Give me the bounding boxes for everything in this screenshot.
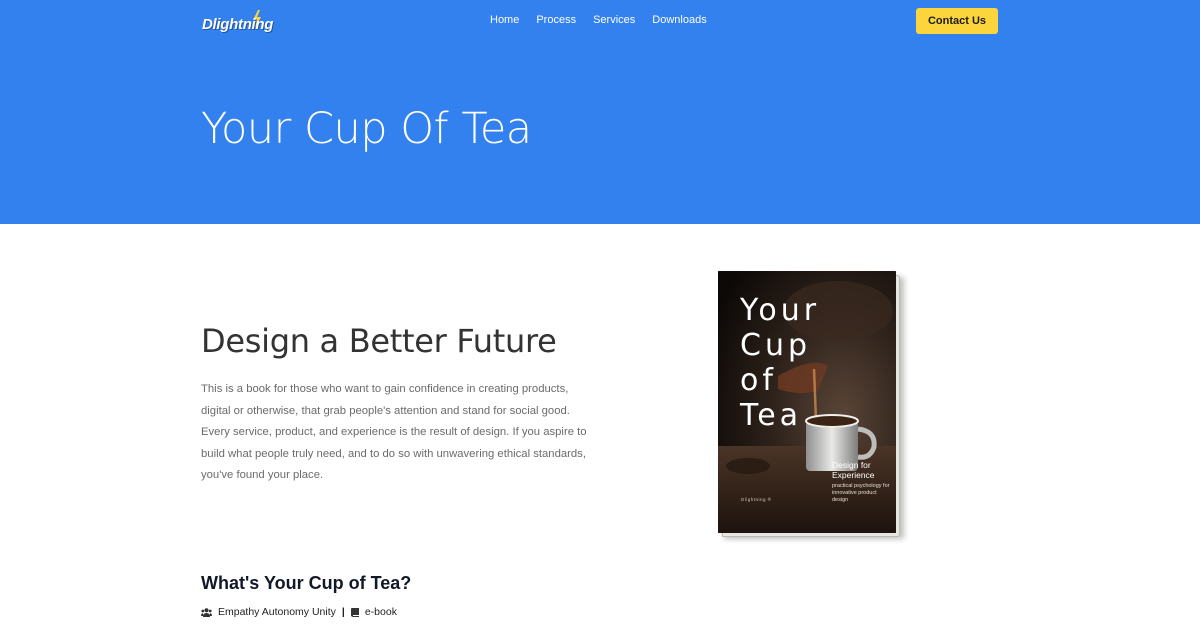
details-heading: What's Your Cup of Tea?: [201, 573, 412, 593]
contact-us-button[interactable]: Contact Us: [916, 8, 998, 34]
book-cover-author: Dlightning ®: [741, 497, 772, 502]
page-title: Your Cup Of Tea: [201, 104, 532, 154]
book-icon: [350, 607, 359, 617]
nav-process[interactable]: Process: [536, 14, 576, 26]
nav-services[interactable]: Services: [593, 14, 635, 26]
meta-group-label: Empathy Autonomy Unity: [218, 606, 336, 618]
intro-heading: Design a Better Future: [201, 322, 557, 360]
main-nav: Home Process Services Downloads: [490, 14, 707, 26]
hero-banner: Dlightning Home Process Services Downloa…: [0, 0, 1200, 224]
nav-downloads[interactable]: Downloads: [652, 14, 706, 26]
meta-format-label: e-book: [364, 606, 397, 618]
brand-name: Dlightning: [202, 16, 274, 33]
book-cover-tagline: practical psychology for innovative prod…: [832, 483, 890, 503]
book-cover-title: Your Cup of Tea: [740, 293, 821, 433]
book-cover: Your Cup of Tea Design for Experience pr…: [718, 271, 896, 533]
book-cover-image: Your Cup of Tea Design for Experience pr…: [718, 271, 904, 539]
brand-logo[interactable]: Dlightning: [202, 9, 292, 39]
meta-separator: |: [341, 606, 345, 618]
intro-body: This is a book for those who want to gai…: [201, 383, 587, 481]
nav-home[interactable]: Home: [490, 14, 519, 26]
book-cover-subtitle: Design for Experience: [832, 460, 875, 480]
book-meta-row: Empathy Autonomy Unity | e-book: [201, 606, 397, 618]
users-icon: [201, 607, 212, 617]
